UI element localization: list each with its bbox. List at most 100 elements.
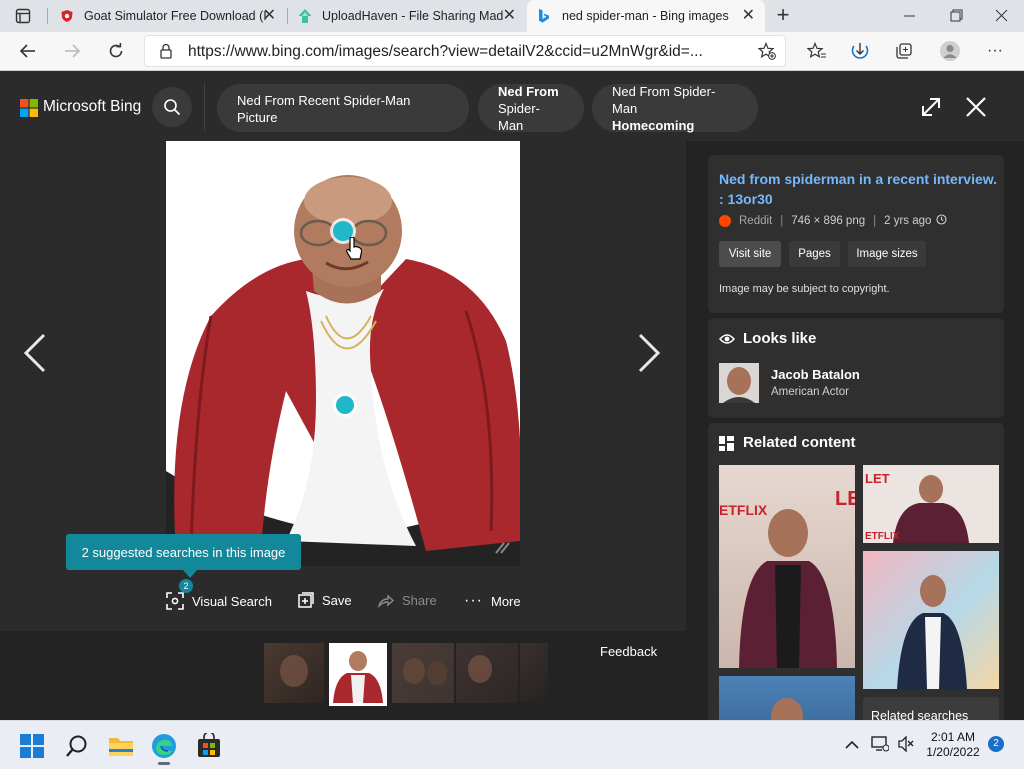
downloads-icon[interactable]: [845, 36, 875, 66]
edge-browser-icon[interactable]: [150, 732, 178, 765]
profile-avatar[interactable]: [935, 36, 965, 66]
source-name[interactable]: Reddit: [739, 215, 772, 227]
close-tab-icon[interactable]: ✕: [503, 8, 516, 24]
url-text[interactable]: https://www.bing.com/images/search?view=…: [188, 43, 740, 61]
search-button[interactable]: [152, 87, 192, 127]
new-tab-button[interactable]: +: [772, 4, 794, 28]
share-button[interactable]: Share: [378, 592, 437, 608]
filmstrip-thumb-selected[interactable]: [329, 643, 387, 706]
related-image[interactable]: LET ETFLIX: [719, 465, 855, 668]
minimize-button[interactable]: [898, 6, 922, 26]
microsoft-logo-icon[interactable]: [20, 99, 38, 120]
clock-time: 2:01 AM: [930, 730, 976, 744]
microsoft-store-icon[interactable]: [196, 731, 222, 762]
network-icon[interactable]: [871, 736, 890, 755]
related-image[interactable]: [863, 551, 999, 689]
show-hidden-icons-chevron[interactable]: [845, 738, 859, 753]
image-age: 2 yrs ago: [884, 215, 932, 227]
collections-icon[interactable]: [889, 36, 919, 66]
tab-actions-icon[interactable]: [15, 8, 31, 24]
tab-bing-images[interactable]: ned spider-man - Bing images ✕: [527, 0, 765, 32]
back-button[interactable]: [13, 36, 43, 66]
hotspot-shirt[interactable]: [336, 396, 354, 414]
reddit-icon: [719, 215, 731, 227]
image-sizes-button[interactable]: Image sizes: [848, 241, 926, 267]
close-tab-icon[interactable]: ✕: [263, 8, 276, 24]
related-searches-label: Related searches: [871, 709, 969, 720]
related-searches-tab[interactable]: Related searches: [863, 697, 999, 720]
browser-tab-bar: Goat Simulator Free Download (I ✕ Upload…: [0, 0, 1024, 32]
button-label: Visit site: [728, 248, 772, 260]
bing-logo-text[interactable]: Microsoft Bing: [43, 98, 141, 116]
close-viewer-icon[interactable]: [965, 96, 987, 121]
lock-icon[interactable]: [159, 43, 173, 62]
tab-title: Goat Simulator Free Download (I: [84, 9, 267, 23]
browser-nav-bar: https://www.bing.com/images/search?view=…: [0, 32, 1024, 71]
svg-text:LET: LET: [865, 471, 890, 486]
feedback-link[interactable]: Feedback: [600, 644, 657, 659]
save-icon: [298, 592, 314, 608]
tab-uploadhaven[interactable]: UploadHaven - File Sharing Mad ✕: [288, 0, 526, 32]
close-window-button[interactable]: [990, 6, 1014, 26]
more-button[interactable]: ··· More: [464, 592, 521, 610]
search-taskbar-icon[interactable]: [65, 734, 89, 761]
bing-header: Microsoft Bing Ned From Recent Spider-Ma…: [0, 71, 1024, 141]
filmstrip-thumb[interactable]: [392, 643, 454, 703]
pill-line1: Ned From Spider-Man: [612, 83, 716, 116]
prev-image-arrow[interactable]: [20, 332, 48, 377]
favorites-icon[interactable]: [802, 36, 832, 66]
file-explorer-icon[interactable]: [108, 734, 134, 761]
pages-button[interactable]: Pages: [789, 241, 840, 267]
suggestion-pill-recent[interactable]: Ned From Recent Spider-Man Picture: [217, 84, 469, 132]
settings-more-icon[interactable]: ···: [980, 36, 1010, 66]
forward-button[interactable]: [57, 36, 87, 66]
visit-site-button[interactable]: Visit site: [719, 241, 781, 267]
notification-badge[interactable]: 2: [988, 736, 1004, 752]
button-label: Pages: [798, 248, 831, 260]
start-button[interactable]: [20, 734, 44, 761]
visual-search-label: Visual Search: [192, 593, 272, 609]
cursor-hand-icon: [346, 236, 363, 264]
image-meta-row: Reddit | 746 × 896 png | 2 yrs ago: [719, 214, 947, 228]
suggested-searches-tooltip[interactable]: 2 suggested searches in this image: [66, 534, 301, 570]
clock[interactable]: 2:01 AM 1/20/2022: [925, 730, 981, 760]
related-image[interactable]: LET ETFLIX: [863, 465, 999, 543]
tab-goat-simulator[interactable]: Goat Simulator Free Download (I ✕: [48, 0, 286, 32]
windows-taskbar: 2:01 AM 1/20/2022 2: [0, 720, 1024, 769]
add-favorite-icon[interactable]: [757, 41, 776, 63]
looks-like-header: Looks like: [743, 330, 817, 347]
restore-button[interactable]: [944, 6, 968, 26]
next-image-arrow[interactable]: [636, 332, 664, 377]
tab-title: ned spider-man - Bing images: [562, 9, 729, 23]
suggestion-pill-spiderman[interactable]: Ned From Spider-Man: [478, 83, 584, 133]
related-image[interactable]: [719, 676, 855, 720]
image-info-card: Ned from spiderman in a recent interview…: [708, 155, 1004, 313]
share-label: Share: [402, 592, 437, 608]
filmstrip-thumb[interactable]: [520, 643, 548, 703]
volume-muted-icon[interactable]: [897, 735, 915, 755]
filmstrip-thumb[interactable]: [456, 643, 518, 703]
pill-line1: Ned From Recent Spider-Man Picture: [237, 93, 411, 125]
grid-icon: [719, 436, 734, 454]
filmstrip-thumb[interactable]: [264, 643, 324, 703]
pill-line1: Ned From: [498, 83, 559, 99]
person-name[interactable]: Jacob Batalon: [771, 367, 860, 382]
svg-text:ETFLIX: ETFLIX: [719, 502, 768, 518]
uploadhaven-logo-icon: [297, 8, 313, 27]
suggestion-pill-homecoming[interactable]: Ned From Spider-Man Homecoming: [592, 83, 758, 133]
image-title-link[interactable]: Ned from spiderman in a recent interview…: [719, 169, 999, 209]
person-avatar[interactable]: [719, 363, 759, 403]
main-image[interactable]: [166, 141, 520, 566]
tab-title: UploadHaven - File Sharing Mad: [322, 9, 504, 23]
expand-icon[interactable]: [920, 96, 942, 121]
save-button[interactable]: Save: [298, 592, 352, 608]
close-tab-icon[interactable]: ✕: [742, 8, 755, 24]
feedback-label: Feedback: [600, 644, 658, 659]
visual-search-button[interactable]: 2 Visual Search: [166, 579, 272, 610]
refresh-button[interactable]: [101, 36, 131, 66]
related-content-card: Related content LET ETFLIX LET ETFLIX Rela…: [708, 423, 1004, 720]
person-role: American Actor: [771, 386, 849, 398]
pill-line2: Spider-Man: [498, 100, 540, 133]
search-icon: [164, 99, 181, 116]
address-bar[interactable]: https://www.bing.com/images/search?view=…: [144, 35, 786, 67]
